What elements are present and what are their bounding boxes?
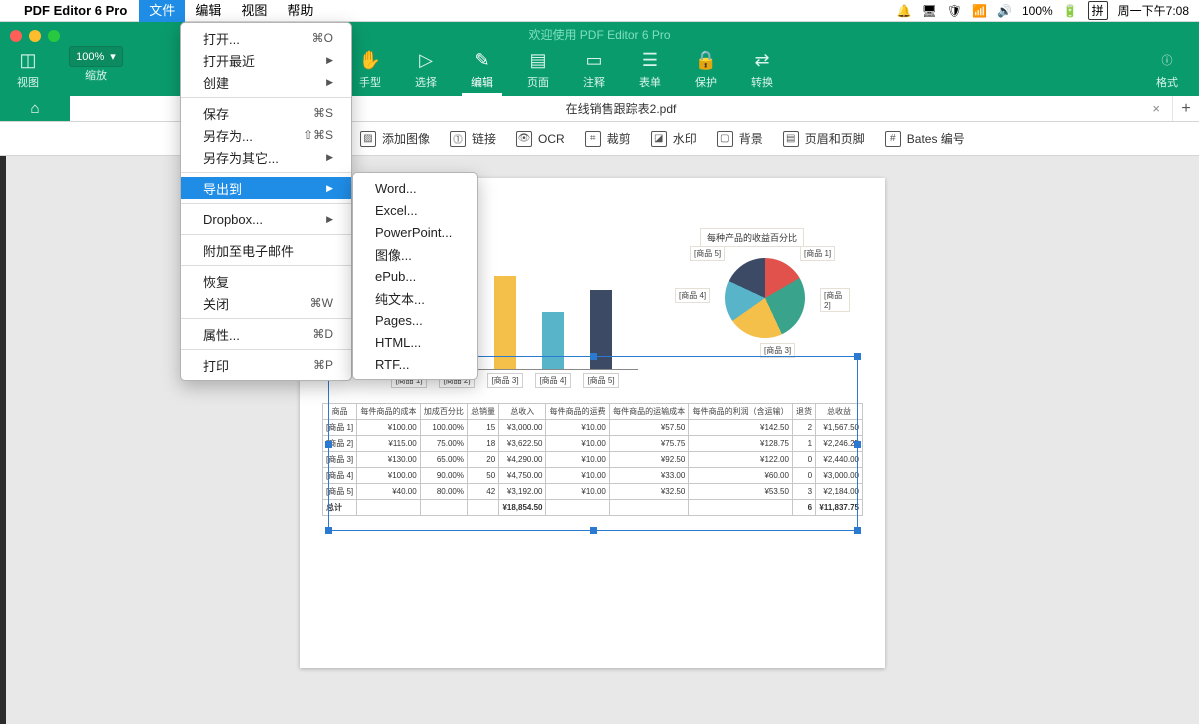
chevron-down-icon: ▾ [110, 50, 116, 63]
bates-icon: # [885, 131, 901, 147]
resize-handle-e[interactable] [854, 441, 861, 448]
export-PowerPoint...[interactable]: PowerPoint... [353, 221, 477, 243]
header-footer-icon: ▤ [783, 131, 799, 147]
file-menu: 打开...⌘O打开最近创建保存⌘S另存为...⇧⌘S另存为其它... 导出到 Dro… [180, 22, 352, 381]
tool-ocr[interactable]: 👁OCR [516, 131, 565, 147]
app-name: PDF Editor 6 Pro [24, 3, 127, 18]
home-icon: ⌂ [30, 100, 39, 117]
filemenu-打开...[interactable]: 打开...⌘O [181, 27, 351, 49]
selection-box[interactable] [328, 356, 858, 531]
menu-edit[interactable]: 编辑 [185, 0, 231, 22]
battery-icon[interactable]: 🔋 [1063, 4, 1078, 18]
tool-format[interactable]: ⓘ格式 [1143, 46, 1191, 96]
filemenu-打印[interactable]: 打印⌘P [181, 354, 351, 376]
filemenu-保存[interactable]: 保存⌘S [181, 102, 351, 124]
export-Excel...[interactable]: Excel... [353, 199, 477, 221]
link-icon: ⓵ [450, 131, 466, 147]
export-图像...[interactable]: 图像... [353, 243, 477, 265]
tool-zoom[interactable]: 100% ▾ 缩放 [60, 46, 132, 96]
pie-label-5: [商品 5] [690, 246, 725, 261]
page-icon: ▤ [510, 46, 566, 74]
crop-icon: ⌗ [585, 131, 601, 147]
filemenu-恢复[interactable]: 恢复 [181, 270, 351, 292]
mac-menubar: PDF Editor 6 Pro 文件 编辑 视图 帮助 🔔 🖥 🛡 📶 🔊 1… [0, 0, 1199, 22]
menubar-right: 🔔 🖥 🛡 📶 🔊 100% 🔋 拼 周一下午7:08 [897, 1, 1189, 20]
pie-label-4: [商品 4] [675, 288, 710, 303]
comment-icon: ▭ [566, 46, 622, 74]
filemenu-附加至电子邮件[interactable]: 附加至电子邮件 [181, 239, 351, 261]
tool-annotate[interactable]: ▭注释 [566, 46, 622, 96]
tool-bates[interactable]: #Bates 编号 [885, 130, 965, 147]
pie-label-2: [商品 2] [820, 288, 850, 312]
tool-viewmode[interactable]: ◫ 视图 [0, 46, 56, 96]
zoom-label: 缩放 [60, 67, 132, 83]
filemenu-另存为其它...[interactable]: 另存为其它... [181, 146, 351, 168]
info-icon: ⓘ [1143, 46, 1191, 74]
menu-help[interactable]: 帮助 [277, 0, 323, 22]
tool-watermark[interactable]: ◪水印 [651, 130, 697, 147]
form-icon: ☰ [622, 46, 678, 74]
home-button[interactable]: ⌂ [0, 96, 70, 121]
shield-icon[interactable]: 🛡 [947, 4, 962, 18]
background-icon: ▢ [717, 131, 733, 147]
tool-view-label: 视图 [0, 74, 56, 90]
resize-handle-n[interactable] [590, 353, 597, 360]
filemenu-另存为...[interactable]: 另存为...⇧⌘S [181, 124, 351, 146]
resize-handle-w[interactable] [325, 441, 332, 448]
export-纯文本...[interactable]: 纯文本... [353, 287, 477, 309]
filemenu-Dropbox...[interactable]: Dropbox... [181, 208, 351, 230]
watermark-icon: ◪ [651, 131, 667, 147]
tool-select[interactable]: ▷选择 [398, 46, 454, 96]
clock: 周一下午7:08 [1118, 2, 1189, 19]
convert-icon: ⇄ [734, 46, 790, 74]
filemenu-关闭[interactable]: 关闭⌘W [181, 292, 351, 314]
tool-link[interactable]: ⓵链接 [450, 130, 496, 147]
resize-handle-s[interactable] [590, 527, 597, 534]
tool-crop[interactable]: ⌗裁剪 [585, 130, 631, 147]
tool-protect[interactable]: 🔒保护 [678, 46, 734, 96]
filemenu-创建[interactable]: 创建 [181, 71, 351, 93]
tool-convert[interactable]: ⇄转换 [734, 46, 790, 96]
ocr-icon: 👁 [516, 131, 532, 147]
notification-icon[interactable]: 🔔 [897, 4, 912, 18]
tool-background[interactable]: ▢背景 [717, 130, 763, 147]
ime-indicator[interactable]: 拼 [1088, 1, 1108, 20]
volume-icon[interactable]: 🔊 [997, 4, 1012, 18]
tool-page[interactable]: ▤页面 [510, 46, 566, 96]
sidebar-icon: ◫ [0, 46, 56, 74]
filemenu-属性...[interactable]: 属性...⌘D [181, 323, 351, 345]
close-tab-icon[interactable]: × [1152, 101, 1160, 116]
left-gutter [0, 156, 6, 724]
export-Pages...[interactable]: Pages... [353, 309, 477, 331]
zoom-value: 100% [76, 51, 104, 63]
export-submenu: Word...Excel...PowerPoint...图像...ePub...… [352, 172, 478, 380]
tool-addimage[interactable]: ▨添加图像 [360, 130, 430, 147]
image-icon: ▨ [360, 131, 376, 147]
lock-icon: 🔒 [678, 46, 734, 74]
resize-handle-se[interactable] [854, 527, 861, 534]
tool-form[interactable]: ☰表单 [622, 46, 678, 96]
tool-headerfooter[interactable]: ▤页眉和页脚 [783, 130, 865, 147]
export-RTF...[interactable]: RTF... [353, 353, 477, 375]
filemenu-导出到[interactable]: 导出到 [181, 177, 351, 199]
tool-edit[interactable]: ✎编辑 [454, 46, 510, 96]
edit-icon: ✎ [454, 46, 510, 74]
export-ePub...[interactable]: ePub... [353, 265, 477, 287]
menu-file[interactable]: 文件 [139, 0, 185, 22]
export-Word...[interactable]: Word... [353, 177, 477, 199]
battery-text: 100% [1022, 4, 1053, 18]
display-icon[interactable]: 🖥 [922, 4, 937, 18]
pie-label-1: [商品 1] [800, 246, 835, 261]
wifi-icon[interactable]: 📶 [972, 4, 987, 18]
resize-handle-ne[interactable] [854, 353, 861, 360]
add-tab-button[interactable]: + [1173, 96, 1199, 121]
pie-title: 每种产品的收益百分比 [700, 228, 804, 247]
resize-handle-sw[interactable] [325, 527, 332, 534]
tab-title: 在线销售跟踪表2.pdf [566, 100, 677, 117]
menu-view[interactable]: 视图 [231, 0, 277, 22]
cursor-icon: ▷ [398, 46, 454, 74]
export-HTML...[interactable]: HTML... [353, 331, 477, 353]
pie-graphic [725, 258, 805, 338]
filemenu-打开最近[interactable]: 打开最近 [181, 49, 351, 71]
